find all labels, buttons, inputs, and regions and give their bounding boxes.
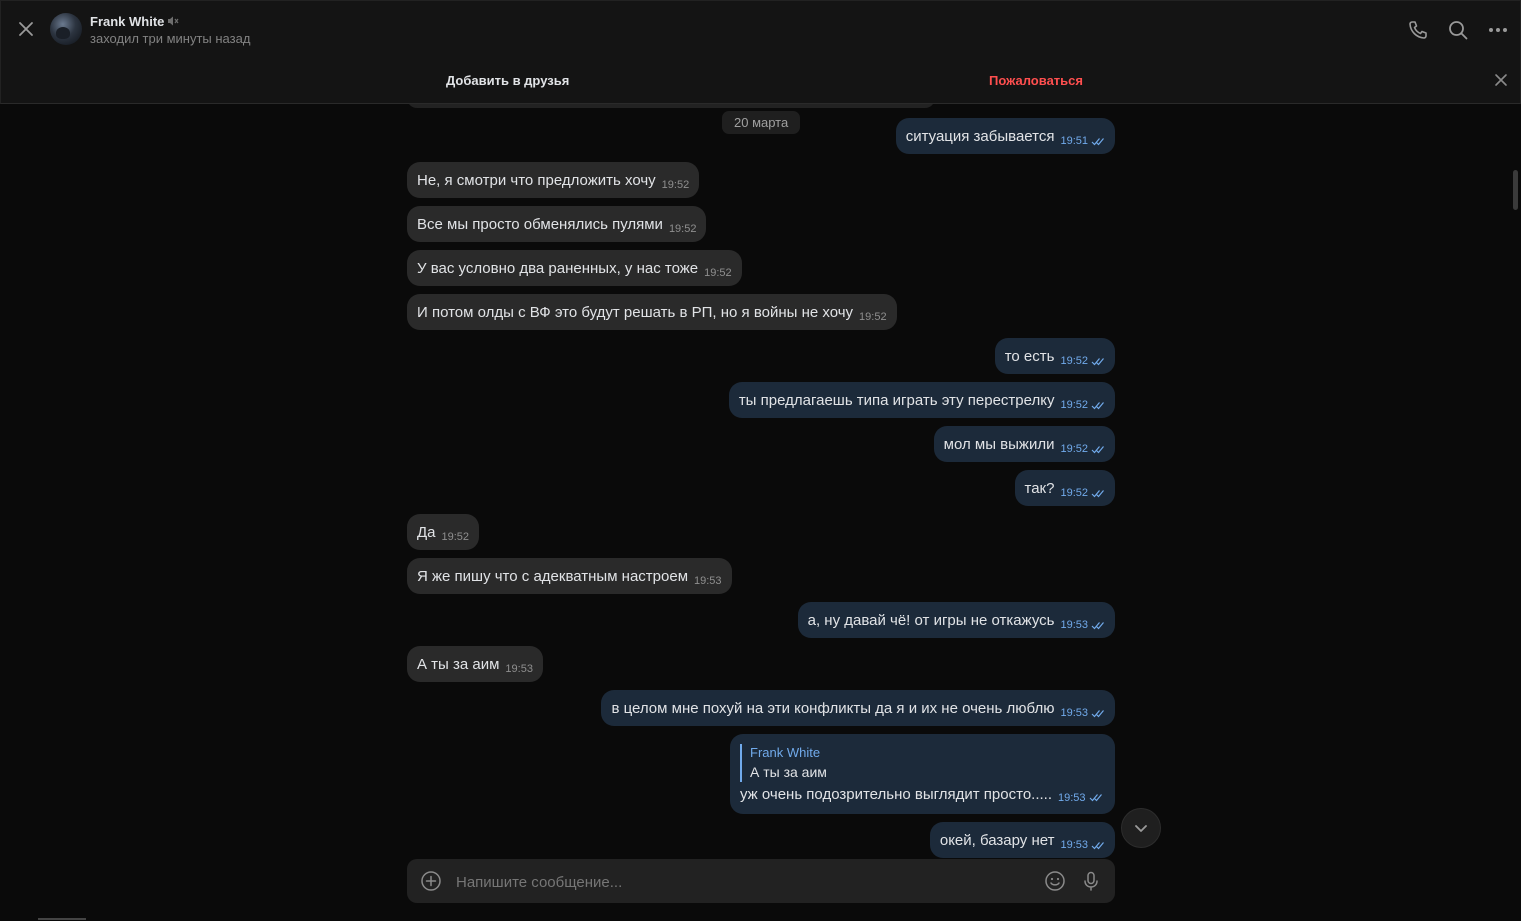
message-text: Не, я смотри что предложить хочу [417, 171, 656, 189]
quote-text: А ты за аим [750, 764, 827, 780]
message-text: так? [1024, 479, 1055, 497]
incoming-message-bubble[interactable]: Да 19:52 [407, 514, 480, 550]
message-text: а, ну давай чё! от игры не откажусь [807, 611, 1055, 629]
read-checkmarks-icon [1091, 621, 1104, 629]
quote-author: Frank White [750, 745, 821, 760]
phone-icon[interactable] [1407, 19, 1429, 41]
search-icon[interactable] [1447, 19, 1469, 41]
read-checkmarks-icon [1091, 401, 1104, 409]
chat-header: Frank White заходил три минуты назад [0, 0, 1521, 58]
message-time: 19:53 [694, 575, 722, 587]
message-time: 19:53 [1060, 707, 1088, 719]
message-time: 19:52 [704, 267, 732, 279]
message-text: И потом олды с ВФ это будут решать в РП,… [417, 303, 854, 321]
message-text: ты предлагаешь типа играть эту перестрел… [738, 391, 1055, 409]
avatar[interactable] [50, 13, 82, 45]
contact-name[interactable]: Frank White [90, 14, 164, 29]
message-list[interactable]: 20 марта ситуация забывается 19:51 Не, я с… [0, 104, 1521, 921]
incoming-message-bubble[interactable]: Я же пишу что с адекватным настроем 19:53 [407, 558, 732, 594]
previous-message-bubble [407, 104, 935, 108]
read-checkmarks-icon [1091, 841, 1104, 849]
chevron-down-icon [1135, 825, 1147, 832]
incoming-message-bubble[interactable]: У вас условно два раненных, у нас тоже 19… [407, 250, 742, 286]
date-separator: 20 марта [722, 111, 801, 134]
close-icon[interactable] [17, 20, 35, 38]
message-time: 19:52 [441, 531, 470, 543]
message-time: 19:52 [1060, 355, 1088, 367]
message-text: то есть [1004, 347, 1055, 365]
emoji-icon[interactable] [1044, 870, 1066, 892]
message-time: 19:52 [668, 223, 697, 235]
incoming-message-bubble[interactable]: Все мы просто обменялись пулями 19:52 [407, 206, 707, 242]
report-button[interactable]: Пожаловаться [989, 73, 1083, 88]
message-composer [407, 859, 1115, 905]
divider [38, 918, 86, 920]
message-time: 19:51 [1060, 135, 1088, 147]
reply-message-bubble[interactable]: Frank White А ты за аим уж очень подозри… [730, 734, 1115, 814]
message-text: окей, базару нет [939, 831, 1055, 849]
read-checkmarks-icon [1091, 445, 1104, 453]
outgoing-message-bubble[interactable]: так? 19:52 [1014, 470, 1115, 506]
message-text: Я же пишу что с адекватным настроем [417, 567, 689, 585]
mute-icon [168, 16, 179, 26]
read-checkmarks-icon [1091, 137, 1104, 145]
incoming-message-bubble[interactable]: Не, я смотри что предложить хочу 19:52 [407, 162, 700, 198]
attach-icon[interactable] [420, 870, 442, 892]
message-time: 19:53 [505, 663, 533, 675]
outgoing-message-bubble[interactable]: то есть 19:52 [994, 338, 1115, 374]
message-text: в целом мне похуй на эти конфликты да я … [611, 699, 1055, 717]
scroll-down-button[interactable] [1121, 808, 1161, 848]
reply-quote[interactable]: Frank White А ты за аим [740, 744, 1105, 782]
message-text: ситуация забывается [905, 127, 1055, 145]
more-icon[interactable] [1487, 19, 1509, 41]
friend-request-bar: Добавить в друзья Пожаловаться [0, 57, 1521, 104]
outgoing-message-bubble[interactable]: ситуация забывается 19:51 [895, 118, 1115, 154]
message-time: 19:53 [1060, 839, 1088, 851]
incoming-message-bubble[interactable]: И потом олды с ВФ это будут решать в РП,… [407, 294, 897, 330]
microphone-icon[interactable] [1080, 870, 1102, 892]
outgoing-message-bubble[interactable]: в целом мне похуй на эти конфликты да я … [601, 690, 1115, 726]
message-text: уж очень подозрительно выглядит просто..… [740, 786, 1052, 803]
read-checkmarks-icon [1091, 357, 1104, 365]
read-checkmarks-icon [1089, 794, 1102, 802]
message-time: 19:52 [1060, 443, 1088, 455]
message-time: 19:52 [1060, 399, 1088, 411]
message-text: Все мы просто обменялись пулями [417, 215, 663, 233]
incoming-message-bubble[interactable]: А ты за аим 19:53 [407, 646, 543, 682]
outgoing-message-bubble[interactable]: окей, базару нет 19:53 [929, 822, 1115, 858]
outgoing-message-bubble[interactable]: мол мы выжили 19:52 [933, 426, 1115, 462]
message-time: 19:52 [859, 311, 887, 323]
last-seen-status: заходил три минуты назад [90, 31, 251, 46]
message-time: 19:52 [1060, 487, 1088, 499]
message-text: У вас условно два раненных, у нас тоже [417, 259, 699, 277]
outgoing-message-bubble[interactable]: ты предлагаешь типа играть эту перестрел… [728, 382, 1115, 418]
message-text: А ты за аим [417, 655, 500, 673]
message-time: 19:53 [1058, 791, 1086, 804]
read-checkmarks-icon [1091, 489, 1104, 497]
close-icon[interactable] [1494, 73, 1508, 87]
message-time: 19:53 [1060, 619, 1088, 631]
message-time: 19:52 [661, 179, 690, 191]
message-text: мол мы выжили [943, 435, 1055, 453]
message-input[interactable] [454, 859, 1018, 905]
scrollbar[interactable] [1513, 170, 1518, 210]
message-text: Да [417, 523, 436, 541]
outgoing-message-bubble[interactable]: а, ну давай чё! от игры не откажусь 19:53 [797, 602, 1115, 638]
read-checkmarks-icon [1091, 709, 1104, 717]
add-friend-button[interactable]: Добавить в друзья [446, 73, 569, 88]
